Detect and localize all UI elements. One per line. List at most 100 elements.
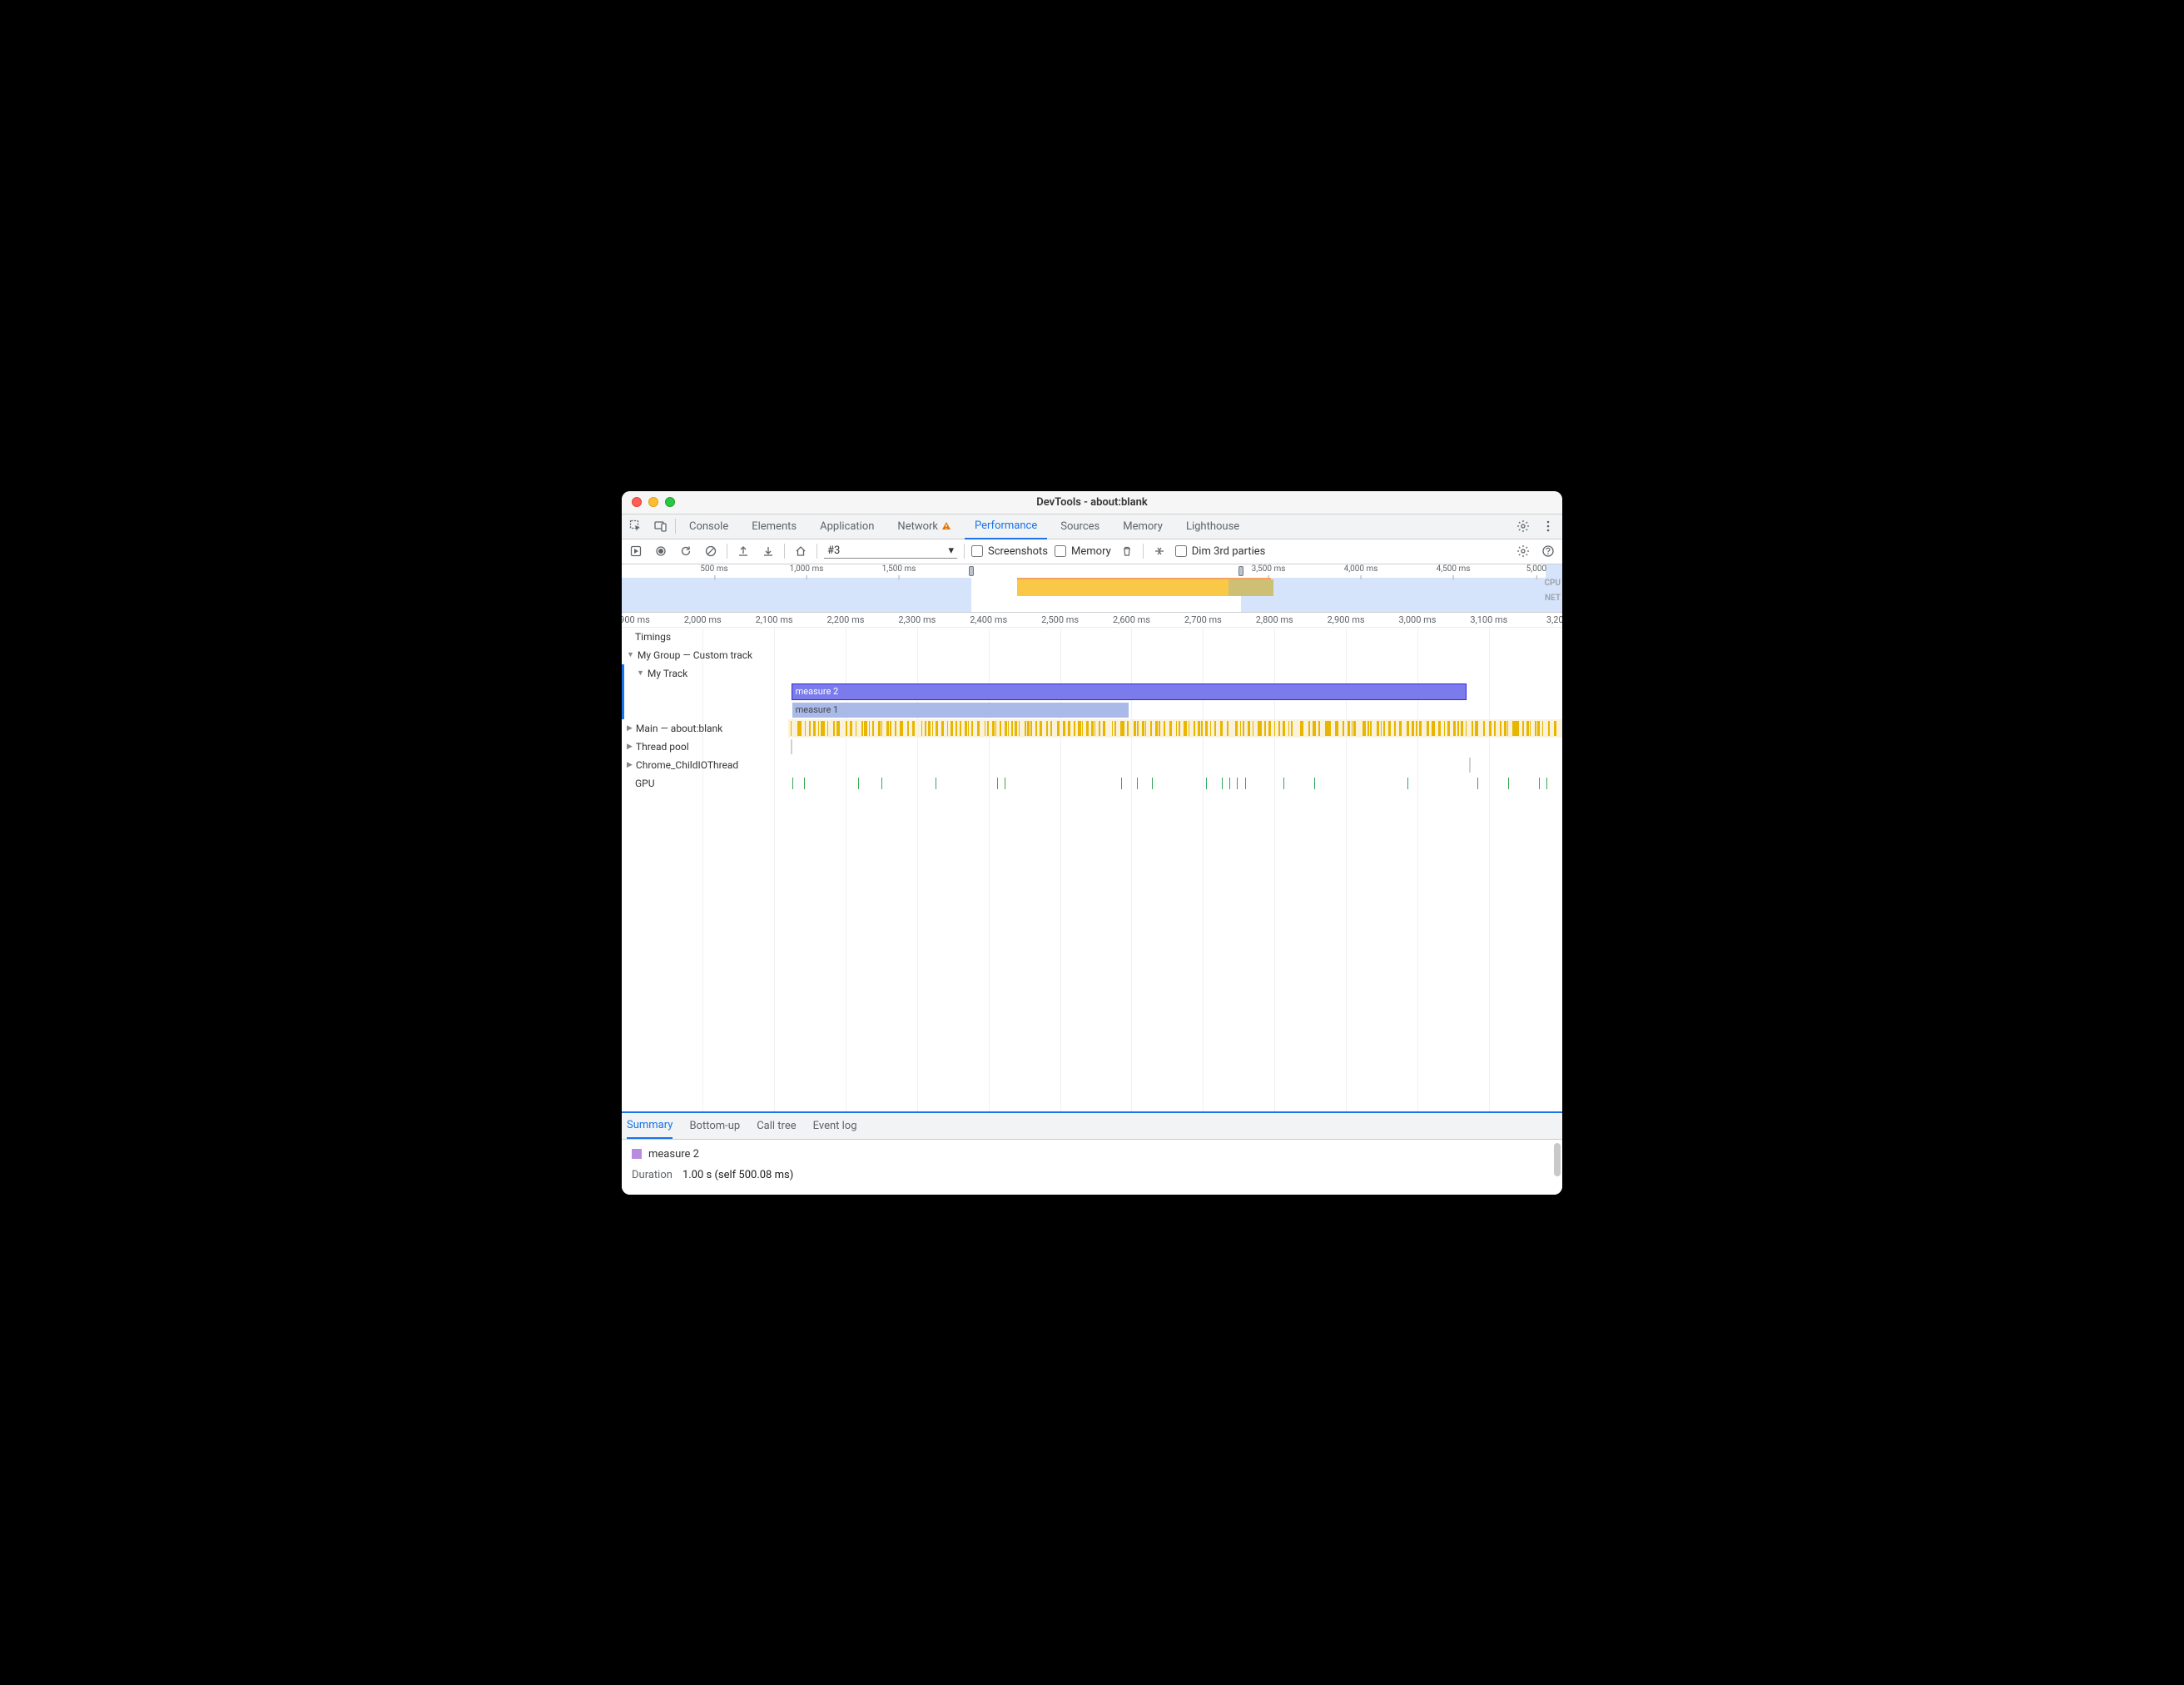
device-toolbar-icon[interactable] (650, 515, 672, 537)
track-measure2-row: measure 2 (622, 683, 1562, 701)
record-icon[interactable] (652, 542, 670, 560)
scrollbar-thumb[interactable] (1554, 1143, 1561, 1176)
collapse-icon[interactable] (1150, 542, 1169, 560)
flame-tick: 2,000 ms (684, 614, 722, 625)
group-label: My Group — Custom track (638, 649, 752, 661)
gpu-label: GPU (627, 778, 655, 789)
flame-tick: 3,000 ms (1398, 614, 1436, 625)
flame-tick: 2,500 ms (1041, 614, 1079, 625)
panel-tabs-bar: Console Elements Application Network Per… (622, 514, 1562, 539)
main-strip (788, 719, 1562, 738)
minimize-window-button[interactable] (648, 497, 658, 507)
tab-network[interactable]: Network (887, 514, 961, 539)
profile-select[interactable]: #3 ▾ (824, 544, 957, 559)
cpu-label: CPU (1544, 576, 1561, 591)
flame-tick: 1,900 ms (622, 614, 650, 625)
more-icon[interactable] (1537, 515, 1559, 537)
overview-tick: 4,500 ms (1437, 564, 1471, 574)
download-icon[interactable] (759, 542, 777, 560)
duration-key: Duration (632, 1169, 673, 1181)
disclosure-triangle-icon[interactable]: ▶ (627, 724, 633, 733)
timeline-overview[interactable]: 500 ms 1,000 ms 1,500 ms 2,000 ms 2,500 … (622, 564, 1562, 613)
overview-tick: 1,500 ms (882, 564, 916, 574)
flame-tick: 2,200 ms (826, 614, 864, 625)
overview-tick: 1,000 ms (790, 564, 824, 574)
drawer-tab-calltree[interactable]: Call tree (757, 1112, 796, 1139)
color-swatch (632, 1149, 642, 1159)
tab-elements[interactable]: Elements (742, 514, 807, 539)
mytrack-label: My Track (648, 668, 687, 679)
drawer-tab-bottomup[interactable]: Bottom-up (689, 1112, 740, 1139)
devtools-window: DevTools - about:blank Console Elements … (622, 491, 1562, 1195)
disclosure-triangle-icon[interactable]: ▶ (627, 743, 633, 751)
dim-3rd-parties-label: Dim 3rd parties (1192, 545, 1266, 558)
overview-tick: 3,500 ms (1252, 564, 1286, 574)
drawer-tab-summary[interactable]: Summary (627, 1112, 673, 1139)
tab-memory[interactable]: Memory (1113, 514, 1173, 539)
tab-performance[interactable]: Performance (965, 514, 1047, 539)
event-measure-1[interactable]: measure 1 (792, 703, 1129, 718)
flame-chart[interactable]: Timings ▼ My Group — Custom track ▼ My Tra… (622, 628, 1562, 1111)
flame-tick: 2,300 ms (898, 614, 936, 625)
zoom-window-button[interactable] (665, 497, 675, 507)
summary-title-row: measure 2 (632, 1148, 1552, 1161)
memory-checkbox[interactable]: Memory (1055, 545, 1111, 558)
measure1-label: measure 1 (796, 704, 839, 715)
toggle-record-settings-icon[interactable] (627, 542, 645, 560)
tab-lighthouse[interactable]: Lighthouse (1176, 514, 1249, 539)
settings-icon[interactable] (1512, 515, 1534, 537)
inspect-element-icon[interactable] (625, 515, 647, 537)
main-label: Main — about:blank (636, 723, 722, 734)
tab-sources[interactable]: Sources (1050, 514, 1109, 539)
chevron-down-icon: ▾ (948, 544, 954, 557)
track-childio[interactable]: ▶Chrome_ChildIOThread (622, 756, 1562, 774)
separator (675, 519, 676, 534)
dim-3rd-parties-checkbox[interactable]: Dim 3rd parties (1175, 545, 1266, 558)
track-gpu[interactable]: GPU (622, 774, 1562, 793)
flame-tick: 3,100 ms (1470, 614, 1507, 625)
track-timings[interactable]: Timings (622, 628, 1562, 646)
track-group[interactable]: ▼ My Group — Custom track (622, 646, 1562, 664)
titlebar: DevTools - about:blank (622, 491, 1562, 514)
flame-tick: 2,700 ms (1184, 614, 1222, 625)
memory-checkbox-label: Memory (1071, 545, 1111, 558)
flame-tick: 2,900 ms (1328, 614, 1365, 625)
clear-icon[interactable] (702, 542, 720, 560)
overview-tick: 5,000 (1526, 564, 1546, 574)
overview-cpu-olive (1228, 579, 1273, 596)
help-icon[interactable] (1539, 542, 1557, 560)
disclosure-triangle-icon[interactable]: ▶ (627, 761, 633, 769)
tab-network-label: Network (897, 520, 938, 533)
reload-icon[interactable] (677, 542, 695, 560)
overview-handle-left[interactable] (969, 566, 974, 576)
drawer-body: measure 2 Duration 1.00 s (self 500.08 m… (622, 1140, 1562, 1195)
overview-handle-right[interactable] (1238, 566, 1243, 576)
profile-select-value: #3 (827, 544, 840, 557)
disclosure-triangle-icon[interactable]: ▼ (637, 669, 644, 678)
overview-side-labels: CPU NET (1544, 576, 1561, 606)
screenshots-checkbox[interactable]: Screenshots (971, 545, 1048, 558)
event-measure-2[interactable]: measure 2 (792, 684, 1466, 699)
trash-icon[interactable] (1118, 542, 1136, 560)
net-label: NET (1544, 591, 1561, 606)
drawer-tab-eventlog[interactable]: Event log (813, 1112, 857, 1139)
tab-console[interactable]: Console (679, 514, 738, 539)
track-mytrack[interactable]: ▼ My Track (622, 664, 1562, 683)
timings-label: Timings (627, 631, 671, 643)
disclosure-triangle-icon[interactable]: ▼ (627, 650, 634, 659)
track-main[interactable]: ▶Main — about:blank (622, 719, 1562, 738)
flame-tick: 2,400 ms (970, 614, 1007, 625)
performance-toolbar: #3 ▾ Screenshots Memory Dim 3rd parties (622, 539, 1562, 564)
window-title: DevTools - about:blank (622, 496, 1562, 509)
home-icon[interactable] (792, 542, 810, 560)
overview-tick: 4,000 ms (1344, 564, 1378, 574)
upload-icon[interactable] (734, 542, 752, 560)
capture-settings-icon[interactable] (1514, 542, 1532, 560)
drawer-tabs: Summary Bottom-up Call tree Event log (622, 1113, 1562, 1140)
tab-application[interactable]: Application (810, 514, 884, 539)
threadpool-label: Thread pool (636, 741, 689, 753)
track-measure1-row: measure 1 (622, 701, 1562, 719)
close-window-button[interactable] (632, 497, 642, 507)
summary-selected-name: measure 2 (648, 1148, 699, 1161)
track-threadpool[interactable]: ▶Thread pool (622, 738, 1562, 756)
